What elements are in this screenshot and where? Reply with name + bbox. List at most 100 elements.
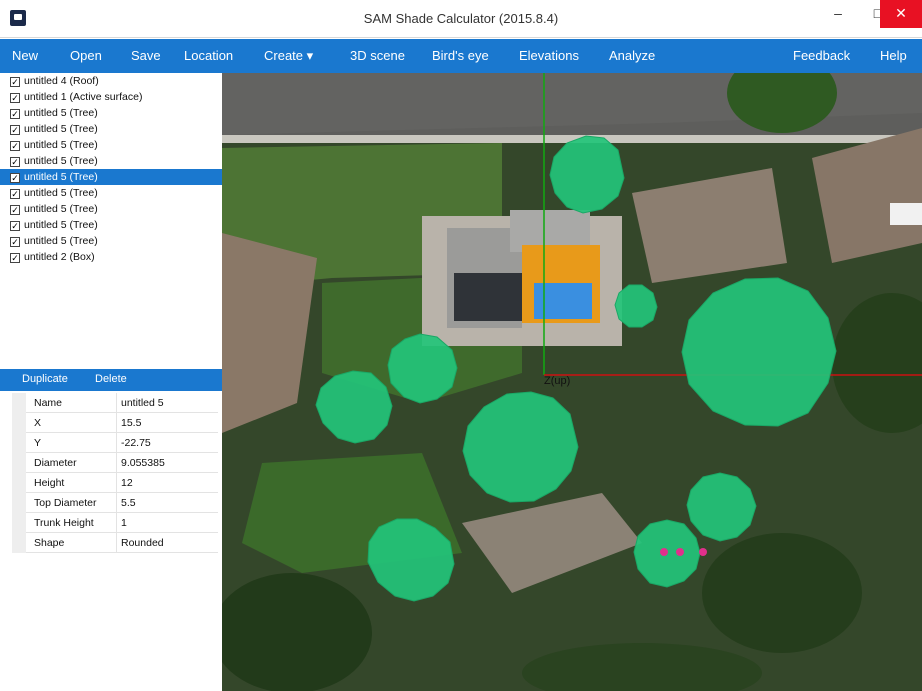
property-name: Shape (34, 537, 65, 549)
property-row: Name untitled 5 (12, 393, 218, 413)
checkbox-checked[interactable]: ✓ (10, 253, 20, 263)
pool (534, 283, 592, 319)
menu-elevations[interactable]: Elevations (519, 48, 579, 63)
selection-handle[interactable] (676, 548, 684, 556)
layer-item-selected[interactable]: ✓ untitled 5 (Tree) (0, 169, 222, 185)
property-value[interactable]: Rounded (116, 533, 164, 553)
row-gutter (12, 513, 26, 533)
property-value[interactable]: 15.5 (116, 413, 141, 433)
layer-label: untitled 5 (Tree) (24, 155, 98, 167)
row-gutter (12, 533, 26, 553)
row-gutter (12, 393, 26, 413)
layer-item[interactable]: ✓ untitled 5 (Tree) (0, 233, 222, 249)
menu-new[interactable]: New (12, 48, 38, 63)
menu-feedback[interactable]: Feedback (793, 48, 850, 63)
checkbox-checked[interactable]: ✓ (10, 237, 20, 247)
property-row: Top Diameter 5.5 (12, 493, 218, 513)
layer-label: untitled 2 (Box) (24, 251, 95, 263)
row-gutter (12, 413, 26, 433)
selection-handle[interactable] (699, 548, 707, 556)
menu-analyze[interactable]: Analyze (609, 48, 655, 63)
row-gutter (12, 473, 26, 493)
menu-open[interactable]: Open (70, 48, 102, 63)
duplicate-button[interactable]: Duplicate (22, 373, 68, 385)
checkbox-checked[interactable]: ✓ (10, 125, 20, 135)
selection-handle[interactable] (660, 548, 668, 556)
property-value[interactable]: -22.75 (116, 433, 151, 453)
layer-label: untitled 5 (Tree) (24, 203, 98, 215)
layer-label: untitled 5 (Tree) (24, 171, 98, 183)
checkbox-checked[interactable]: ✓ (10, 93, 20, 103)
scene-viewport[interactable]: Z(up) (222, 73, 922, 691)
checkbox-checked[interactable]: ✓ (10, 189, 20, 199)
layer-item[interactable]: ✓ untitled 2 (Box) (0, 249, 222, 265)
layer-label: untitled 5 (Tree) (24, 187, 98, 199)
layer-item[interactable]: ✓ untitled 5 (Tree) (0, 121, 222, 137)
solar-panels (454, 273, 522, 321)
property-row: X 15.5 (12, 413, 218, 433)
checkbox-checked[interactable]: ✓ (10, 221, 20, 231)
properties-grid: Name untitled 5 X 15.5 Y -22.75 Diameter 9.0… (0, 391, 222, 691)
checkbox-checked[interactable]: ✓ (10, 157, 20, 167)
property-row: Y -22.75 (12, 433, 218, 453)
property-name: Y (34, 437, 42, 449)
menu-create[interactable]: Create ▾ (264, 48, 313, 64)
property-value[interactable]: 1 (116, 513, 127, 533)
property-value[interactable]: untitled 5 (116, 393, 164, 413)
layer-item[interactable]: ✓ untitled 1 (Active surface) (0, 89, 222, 105)
layer-label: untitled 4 (Roof) (24, 75, 99, 87)
checkbox-checked[interactable]: ✓ (10, 205, 20, 215)
property-name: Diameter (34, 457, 77, 469)
layer-label: untitled 5 (Tree) (24, 123, 98, 135)
property-row: Shape Rounded (12, 533, 218, 553)
property-name: Trunk Height (34, 517, 94, 529)
property-name: Top Diameter (34, 497, 97, 509)
layer-label: untitled 5 (Tree) (24, 219, 98, 231)
checkbox-checked[interactable]: ✓ (10, 109, 20, 119)
menu-save[interactable]: Save (131, 48, 161, 63)
layer-item[interactable]: ✓ untitled 5 (Tree) (0, 217, 222, 233)
layer-item[interactable]: ✓ untitled 5 (Tree) (0, 105, 222, 121)
property-row: Height 12 (12, 473, 218, 493)
z-axis-label: Z(up) (544, 375, 571, 387)
row-gutter (12, 433, 26, 453)
property-row: Trunk Height 1 (12, 513, 218, 533)
layer-actions-bar: Duplicate Delete (0, 369, 222, 391)
property-name: Name (34, 397, 63, 409)
close-button[interactable]: ✕ (880, 0, 922, 28)
property-value[interactable]: 9.055385 (116, 453, 165, 473)
property-row: Diameter 9.055385 (12, 453, 218, 473)
menu-location[interactable]: Location (184, 48, 233, 63)
layer-list: ✓ untitled 4 (Roof) ✓ untitled 1 (Active s… (0, 73, 222, 369)
delete-button[interactable]: Delete (95, 373, 127, 385)
menu-3d-scene[interactable]: 3D scene (350, 48, 405, 63)
layer-item[interactable]: ✓ untitled 4 (Roof) (0, 73, 222, 89)
title-bar: SAM Shade Calculator (2015.8.4) – □ ✕ (0, 0, 922, 38)
menu-help[interactable]: Help (880, 48, 907, 63)
property-value[interactable]: 12 (116, 473, 133, 493)
checkbox-checked[interactable]: ✓ (10, 173, 20, 183)
property-name: Height (34, 477, 65, 489)
layer-item[interactable]: ✓ untitled 5 (Tree) (0, 153, 222, 169)
menu-bar: New Open Save Location Create ▾ 3D scene… (0, 39, 922, 73)
row-gutter (12, 493, 26, 513)
aerial-map[interactable] (222, 73, 922, 691)
property-name: X (34, 417, 42, 429)
window-title: SAM Shade Calculator (2015.8.4) (363, 11, 559, 26)
layer-label: untitled 5 (Tree) (24, 139, 98, 151)
layer-label: untitled 1 (Active surface) (24, 91, 143, 103)
minimize-button[interactable]: – (818, 0, 858, 28)
checkbox-checked[interactable]: ✓ (10, 141, 20, 151)
layer-item[interactable]: ✓ untitled 5 (Tree) (0, 185, 222, 201)
menu-birds-eye[interactable]: Bird's eye (432, 48, 489, 63)
tree-object[interactable] (614, 284, 658, 328)
layer-label: untitled 5 (Tree) (24, 107, 98, 119)
checkbox-checked[interactable]: ✓ (10, 77, 20, 87)
layer-item[interactable]: ✓ untitled 5 (Tree) (0, 201, 222, 217)
neighbor-structure (890, 203, 922, 225)
layer-item[interactable]: ✓ untitled 5 (Tree) (0, 137, 222, 153)
existing-tree (702, 533, 862, 653)
row-gutter (12, 453, 26, 473)
property-value[interactable]: 5.5 (116, 493, 136, 513)
layer-label: untitled 5 (Tree) (24, 235, 98, 247)
